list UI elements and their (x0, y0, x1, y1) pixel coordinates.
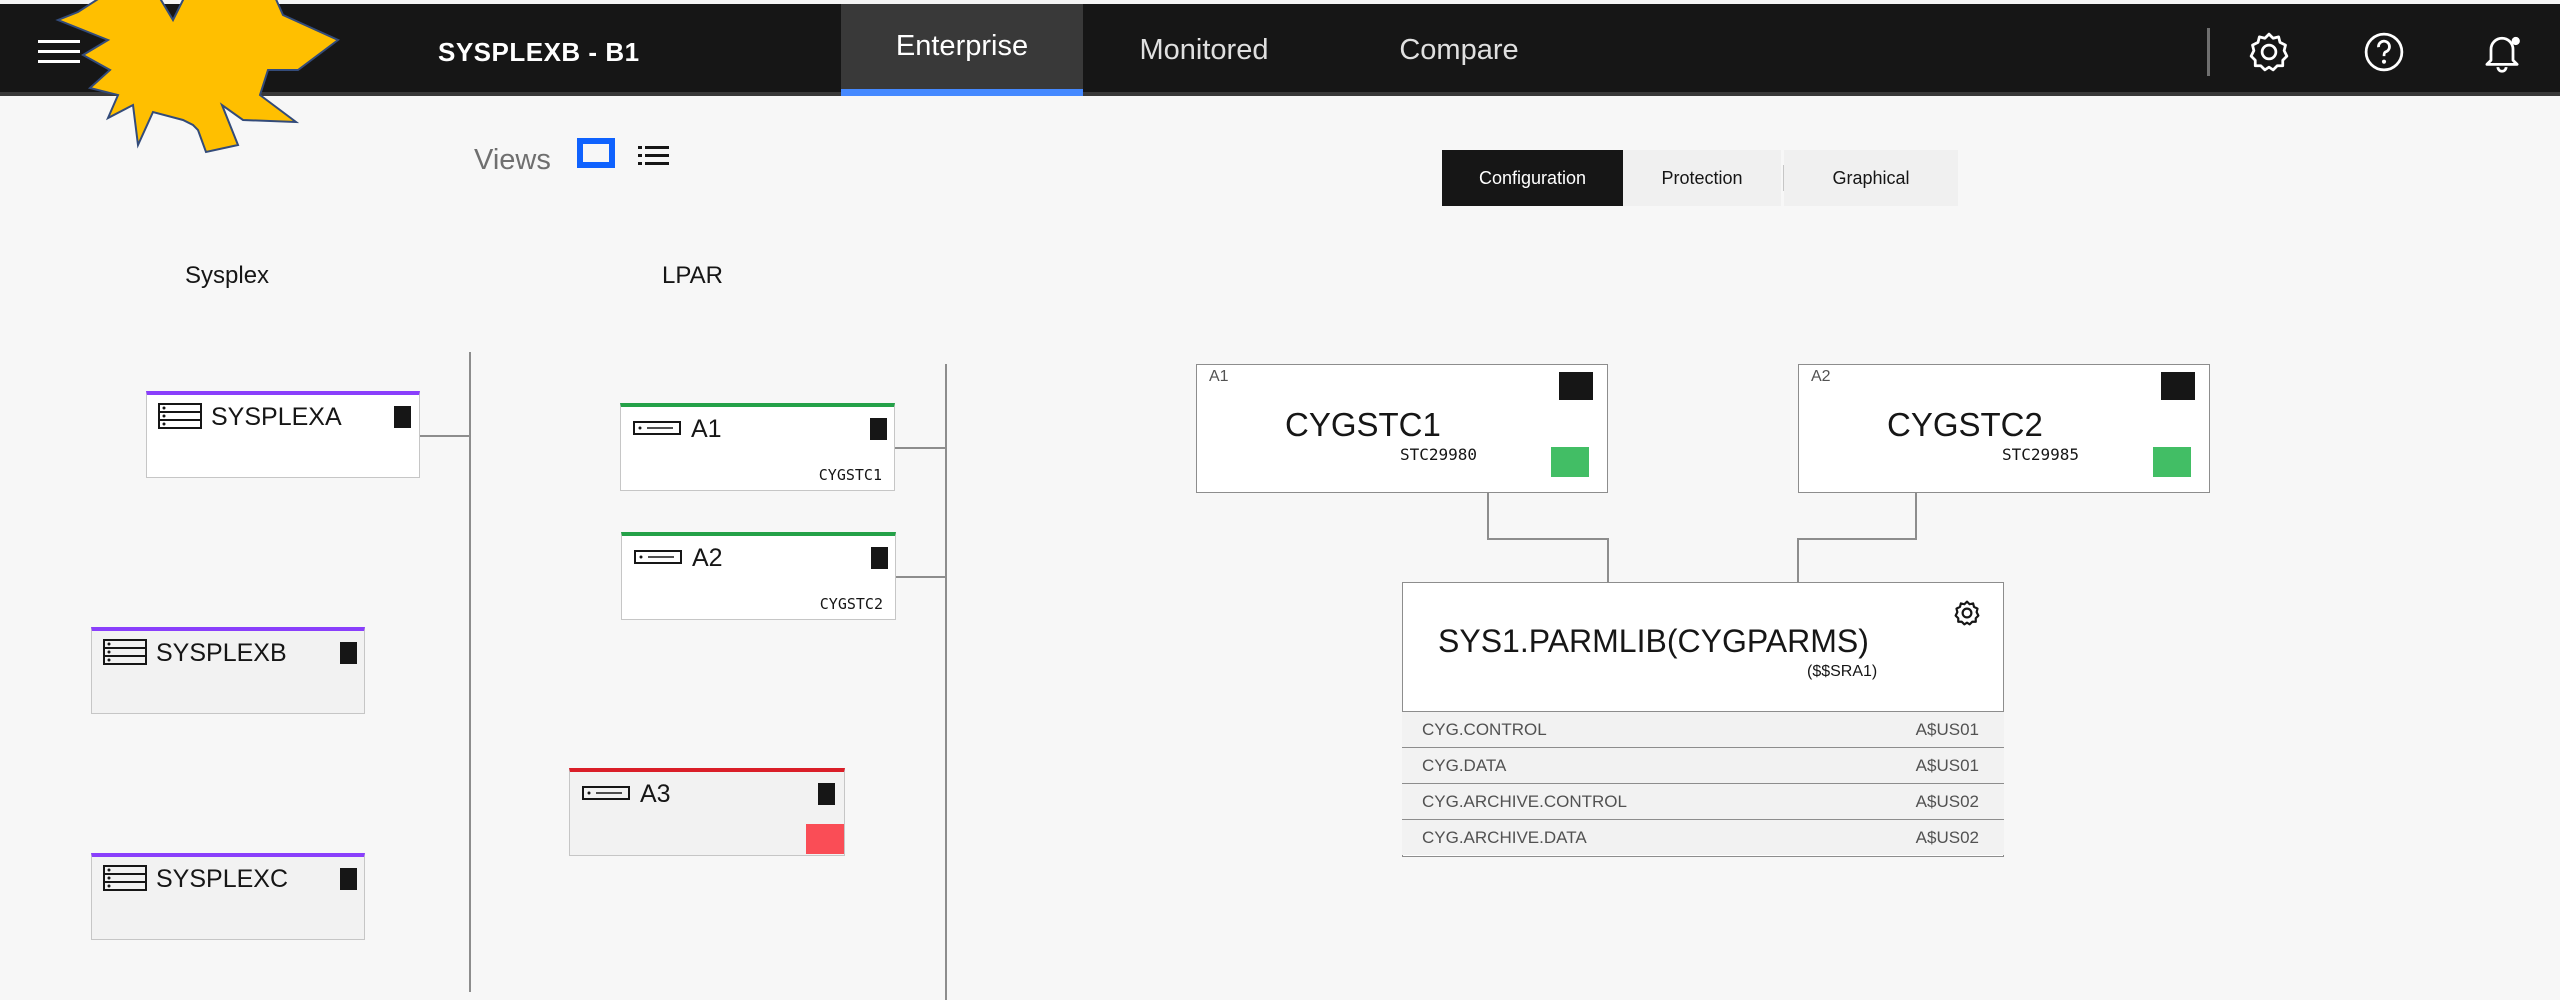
column-heading-sysplex: Sysplex (185, 262, 270, 289)
task-id: STC29985 (2002, 445, 2080, 464)
notification-icon[interactable] (2480, 30, 2524, 74)
lpar-task: CYGSTC2 (819, 595, 883, 613)
sysplex-card-sysplexb[interactable]: SYSPLEXB (91, 627, 365, 714)
task-name: CYGSTC2 (1887, 406, 2043, 443)
segment-label: Protection (1661, 167, 1743, 188)
status-indicator (340, 868, 357, 890)
menu-icon[interactable] (38, 40, 80, 66)
breadcrumb-title: SYSPLEXB - B1 (438, 37, 640, 67)
lpar-card-a3[interactable]: A3 (569, 768, 845, 856)
segment-configuration[interactable]: Configuration (1442, 150, 1623, 206)
task-name: CYGSTC1 (1285, 406, 1441, 443)
status-indicator (340, 642, 357, 664)
dataset-name: CYG.ARCHIVE.CONTROL (1422, 792, 1627, 811)
sysplex-name: SYSPLEXC (156, 865, 289, 893)
dataset-name: CYG.DATA (1422, 756, 1507, 775)
error-status-indicator (806, 824, 844, 854)
top-bar: Configuration SYSPLEXB - B1 Enterprise M… (0, 0, 2560, 96)
connector-line (895, 576, 947, 578)
lpar-tag: A2 (1811, 368, 1831, 385)
server-rack-icon (103, 865, 147, 891)
status-indicator (871, 547, 888, 569)
lpar-task: CYGSTC1 (818, 466, 882, 484)
status-indicator (2161, 372, 2195, 400)
help-icon[interactable] (2362, 30, 2406, 74)
dataset-volume: A$US02 (1915, 828, 1979, 847)
tab-label: Monitored (1139, 33, 1269, 66)
parmlib-owner: ($$SRA1) (1807, 663, 1878, 680)
status-indicator (870, 418, 887, 440)
server-rack-icon (103, 639, 147, 665)
connector-line (1797, 538, 1799, 582)
dataset-volume: A$US01 (1915, 756, 1979, 775)
lpar-name: A3 (640, 780, 671, 808)
status-indicator (394, 406, 411, 428)
task-card-cygstc1[interactable]: A1 CYGSTC1 STC29980 (1196, 364, 1608, 493)
tab-label: Compare (1399, 33, 1519, 66)
status-indicator (1559, 372, 1593, 400)
parmlib-card[interactable]: SYS1.PARMLIB(CYGPARMS) ($$SRA1) CYG.CONT… (1402, 582, 2004, 857)
segment-label: Configuration (1478, 167, 1587, 188)
connector-line (1915, 493, 1917, 539)
sysplex-name: SYSPLEXB (156, 639, 287, 667)
lpar-name: A2 (692, 544, 723, 572)
connector-line (945, 364, 947, 1000)
server-rack-icon (158, 403, 202, 429)
connector-line (1487, 493, 1489, 539)
lpar-name: A1 (691, 415, 722, 443)
settings-icon[interactable] (1953, 599, 1981, 627)
dataset-row[interactable]: CYG.ARCHIVE.DATA A$US02 (1402, 819, 2004, 855)
views-label: Views (474, 144, 551, 176)
tab-label: Enterprise (895, 30, 1029, 62)
connector-line (1487, 538, 1609, 540)
dataset-name: CYG.ARCHIVE.DATA (1422, 828, 1587, 847)
task-id: STC29980 (1400, 445, 1478, 464)
status-indicator (818, 783, 835, 805)
server-icon (633, 421, 681, 435)
dataset-row[interactable]: CYG.DATA A$US01 (1402, 747, 2004, 783)
connector-line (1797, 538, 1917, 540)
dataset-row[interactable]: CYG.CONTROL A$US01 (1402, 711, 2004, 747)
tab-enterprise[interactable]: Enterprise (841, 4, 1083, 96)
dataset-volume: A$US01 (1915, 720, 1979, 739)
tab-compare[interactable]: Compare (1340, 4, 1578, 96)
segment-graphical[interactable]: Graphical (1784, 150, 1958, 206)
task-card-cygstc2[interactable]: A2 CYGSTC2 STC29985 (1798, 364, 2210, 493)
sysplex-card-sysplexa[interactable]: SYSPLEXA (146, 391, 420, 478)
server-icon (634, 550, 682, 564)
toolbar-divider (2207, 28, 2210, 76)
sysplex-card-sysplexc[interactable]: SYSPLEXC (91, 853, 365, 940)
lpar-card-a2[interactable]: A2 CYGSTC2 (621, 532, 896, 620)
list-view-icon[interactable] (636, 136, 686, 180)
dataset-name: CYG.CONTROL (1422, 720, 1547, 739)
segment-label: Graphical (1832, 167, 1910, 188)
column-heading-lpar: LPAR (662, 262, 723, 289)
server-icon (582, 786, 630, 800)
ok-status-indicator (2153, 447, 2191, 477)
card-view-icon[interactable] (575, 136, 625, 180)
settings-icon[interactable] (2247, 30, 2291, 74)
segment-protection[interactable]: Protection (1623, 150, 1781, 206)
connector-line (420, 435, 470, 437)
connector-line (1607, 538, 1609, 582)
connector-line (469, 352, 471, 992)
app-title: Configuration (133, 37, 304, 67)
dataset-row[interactable]: CYG.ARCHIVE.CONTROL A$US02 (1402, 783, 2004, 819)
connector-line (895, 447, 947, 449)
dataset-volume: A$US02 (1915, 792, 1979, 811)
lpar-card-a1[interactable]: A1 CYGSTC1 (620, 403, 895, 491)
ok-status-indicator (1551, 447, 1589, 477)
parmlib-title: SYS1.PARMLIB(CYGPARMS) (1438, 623, 1869, 659)
lpar-tag: A1 (1209, 368, 1229, 385)
sysplex-name: SYSPLEXA (211, 403, 342, 431)
tab-monitored[interactable]: Monitored (1083, 4, 1325, 96)
